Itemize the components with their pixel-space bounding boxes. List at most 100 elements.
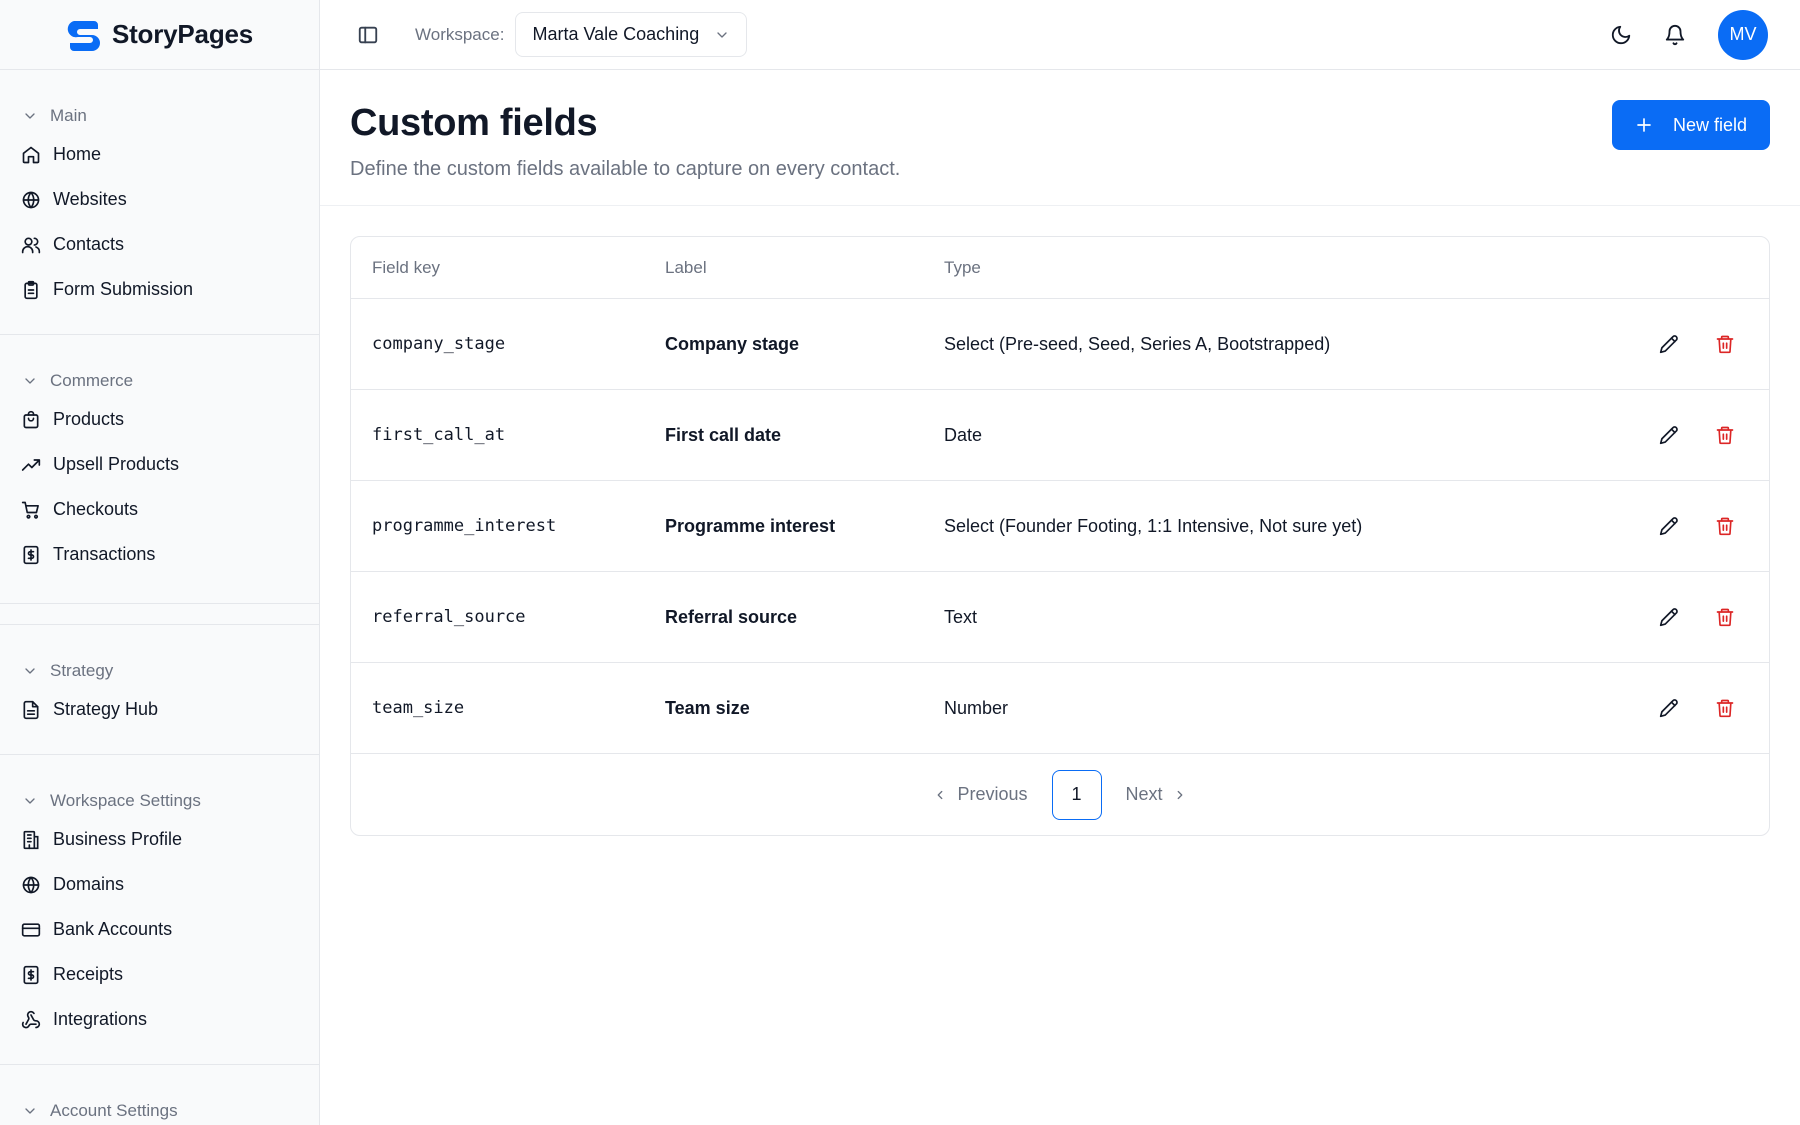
plus-icon: [1635, 116, 1653, 134]
receipt-dollar-icon: [21, 545, 41, 565]
chevron-down-icon: [22, 793, 38, 809]
table-header: Field key Label Type: [351, 237, 1769, 299]
sidebar-item-label: Business Profile: [53, 829, 183, 849]
delete-trash-icon[interactable]: [1715, 516, 1735, 536]
sidebar-toggle-icon[interactable]: [357, 24, 379, 46]
section-title: Account Settings: [50, 1101, 178, 1120]
globe-icon: [21, 875, 41, 895]
edit-pencil-icon[interactable]: [1659, 698, 1679, 718]
table-row: team_size Team size Number: [351, 663, 1769, 754]
label-cell: Team size: [665, 697, 750, 718]
globe-icon: [21, 190, 41, 210]
field-key-cell: programme_interest: [372, 516, 557, 536]
topbar-actions: MV: [1610, 9, 1800, 60]
delete-trash-icon[interactable]: [1715, 334, 1735, 354]
previous-page-button[interactable]: Previous: [933, 784, 1028, 805]
current-page-button[interactable]: 1: [1051, 769, 1102, 820]
table-row: programme_interest Programme interest Se…: [351, 481, 1769, 572]
chevron-down-icon: [22, 373, 38, 389]
sidebar-item-label: Upsell Products: [53, 454, 180, 474]
type-cell: Text: [944, 606, 978, 627]
sidebar-item-strategy-hub[interactable]: Strategy Hub: [0, 687, 319, 732]
workspace-label: Workspace:: [415, 24, 505, 44]
sidebar-item-websites[interactable]: Websites: [0, 177, 319, 222]
nav-section-main: Main Home Websites Contacts Form Submiss…: [0, 70, 319, 335]
row-actions: [1619, 334, 1769, 354]
type-cell: Date: [944, 424, 983, 445]
sidebar-item-transactions[interactable]: Transactions: [0, 532, 319, 577]
section-title: Strategy: [50, 661, 114, 680]
brand[interactable]: StoryPages: [0, 0, 319, 70]
chevron-down-icon: [22, 1103, 38, 1119]
page-title: Custom fields: [350, 102, 598, 144]
delete-trash-icon[interactable]: [1715, 698, 1735, 718]
workspace-select[interactable]: Marta Vale Coaching: [515, 12, 748, 57]
sidebar-item-label: Transactions: [53, 544, 156, 564]
sidebar-item-checkouts[interactable]: Checkouts: [0, 487, 319, 532]
label-cell: First call date: [665, 424, 782, 445]
shopping-bag-icon: [21, 410, 41, 430]
nav-section-workspace-settings: Workspace Settings Business Profile Doma…: [0, 755, 319, 1065]
bell-icon[interactable]: [1664, 24, 1686, 46]
sidebar-item-receipts[interactable]: Receipts: [0, 952, 319, 997]
type-cell: Select (Founder Footing, 1:1 Intensive, …: [944, 515, 1363, 536]
chevron-down-icon: [714, 27, 730, 43]
sidebar-item-integrations[interactable]: Integrations: [0, 997, 319, 1042]
trending-up-icon: [21, 455, 41, 475]
sidebar-item-label: Checkouts: [53, 499, 139, 519]
delete-trash-icon[interactable]: [1715, 607, 1735, 627]
section-header-main[interactable]: Main: [0, 100, 319, 132]
table-row: first_call_at First call date Date: [351, 390, 1769, 481]
sidebar-item-form-submission[interactable]: Form Submission: [0, 267, 319, 312]
next-label: Next: [1125, 784, 1163, 804]
moon-icon[interactable]: [1610, 24, 1632, 46]
nav-section-strategy: Strategy Strategy Hub: [0, 624, 319, 755]
sidebar-item-upsell-products[interactable]: Upsell Products: [0, 442, 319, 487]
edit-pencil-icon[interactable]: [1659, 516, 1679, 536]
webhook-icon: [21, 1010, 41, 1030]
new-field-button[interactable]: New field: [1612, 100, 1770, 150]
users-icon: [21, 235, 41, 255]
nav-section-account-settings: Account Settings: [0, 1065, 319, 1125]
edit-pencil-icon[interactable]: [1659, 607, 1679, 627]
receipt-dollar-icon: [21, 965, 41, 985]
sidebar-item-label: Products: [53, 409, 125, 429]
edit-pencil-icon[interactable]: [1659, 425, 1679, 445]
sidebar-item-label: Form Submission: [53, 279, 194, 299]
sidebar-item-label: Home: [53, 144, 102, 164]
row-actions: [1619, 607, 1769, 627]
sidebar-item-domains[interactable]: Domains: [0, 862, 319, 907]
label-cell: Company stage: [665, 333, 800, 354]
building-icon: [21, 830, 41, 850]
document-icon: [21, 700, 41, 720]
column-header-label: Label: [665, 257, 707, 277]
section-header-workspace-settings[interactable]: Workspace Settings: [0, 785, 319, 817]
sidebar-item-home[interactable]: Home: [0, 132, 319, 177]
row-actions: [1619, 516, 1769, 536]
previous-label: Previous: [957, 784, 1028, 804]
field-key-cell: referral_source: [372, 607, 526, 627]
sidebar-item-label: Domains: [53, 874, 125, 894]
sidebar-item-bank-accounts[interactable]: Bank Accounts: [0, 907, 319, 952]
page-header: Custom fields Define the custom fields a…: [320, 70, 1800, 206]
sidebar-item-products[interactable]: Products: [0, 397, 319, 442]
label-cell: Programme interest: [665, 515, 836, 536]
sidebar-item-contacts[interactable]: Contacts: [0, 222, 319, 267]
main-content: Custom fields Define the custom fields a…: [320, 70, 1800, 836]
storypages-logo-icon: [66, 17, 102, 53]
section-header-account-settings[interactable]: Account Settings: [0, 1095, 319, 1125]
section-header-commerce[interactable]: Commerce: [0, 365, 319, 397]
section-title: Commerce: [50, 371, 134, 390]
avatar[interactable]: MV: [1718, 9, 1768, 60]
edit-pencil-icon[interactable]: [1659, 334, 1679, 354]
topbar: Workspace: Marta Vale Coaching MV: [320, 0, 1800, 70]
next-page-button[interactable]: Next: [1126, 784, 1187, 805]
delete-trash-icon[interactable]: [1715, 425, 1735, 445]
workspace-value: Marta Vale Coaching: [532, 24, 700, 44]
section-header-strategy[interactable]: Strategy: [0, 655, 319, 687]
sidebar-item-label: Receipts: [53, 964, 124, 984]
clipboard-icon: [21, 280, 41, 300]
sidebar-item-business-profile[interactable]: Business Profile: [0, 817, 319, 862]
column-header-field-key: Field key: [372, 257, 441, 277]
chevron-left-icon: [933, 788, 947, 802]
